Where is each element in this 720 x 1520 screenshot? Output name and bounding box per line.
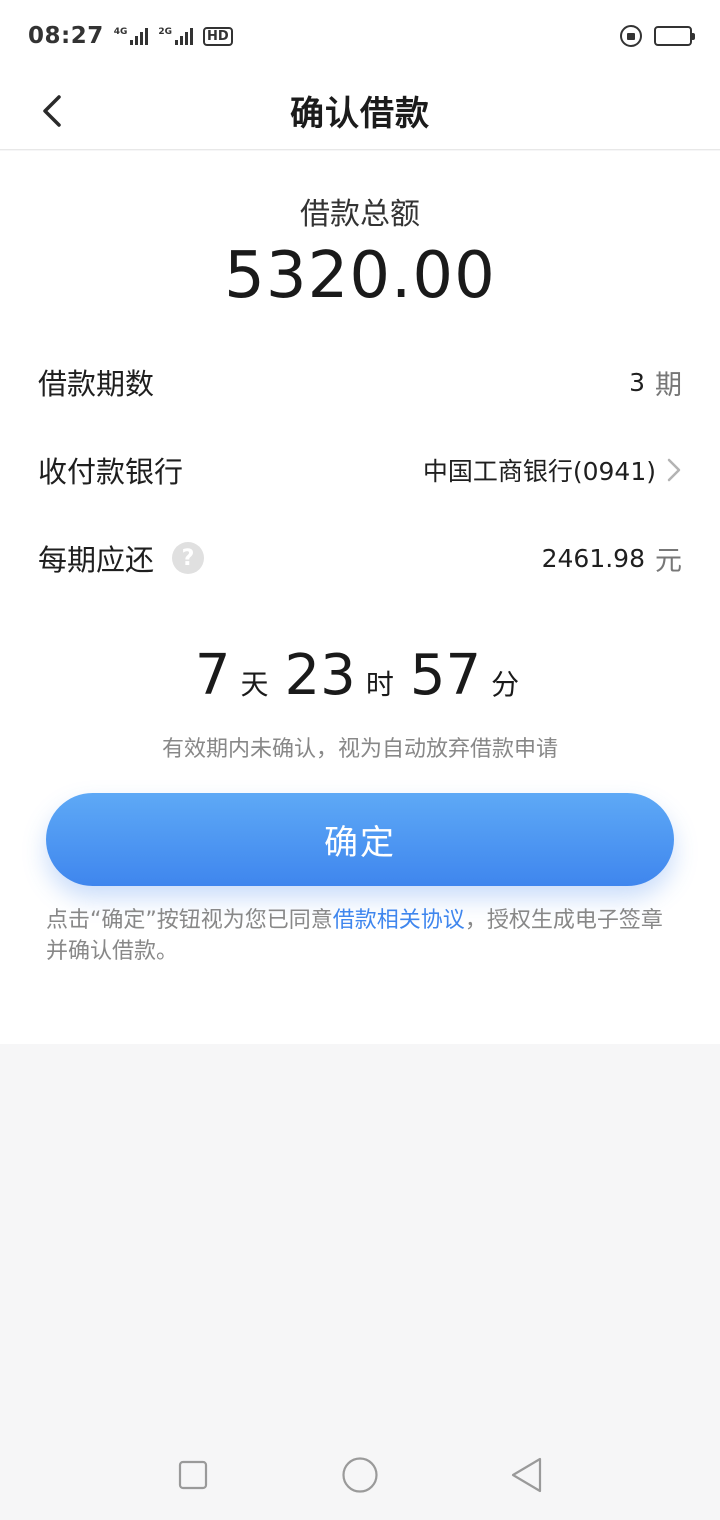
countdown-days: 7 — [194, 643, 231, 708]
per-period-label-group: 每期应还 ? — [38, 537, 205, 579]
rotation-lock-icon — [620, 25, 642, 47]
status-time: 08:27 — [28, 23, 104, 49]
loan-term-value-group: 3 期 — [629, 363, 682, 402]
per-period-value-group: 2461.98 元 — [542, 539, 682, 578]
nav-back-button[interactable] — [497, 1445, 557, 1505]
bank-row[interactable]: 收付款银行 中国工商银行(0941) — [38, 440, 682, 500]
confirm-button[interactable]: 确定 — [46, 793, 674, 886]
agreement-prefix: 点击“确定”按钮视为您已同意 — [46, 908, 333, 933]
loan-term-value: 3 — [629, 367, 645, 397]
agreement-text: 点击“确定”按钮视为您已同意借款相关协议，授权生成电子签章并确认借款。 — [46, 905, 676, 967]
countdown-minutes: 57 — [409, 643, 482, 708]
status-right — [620, 25, 695, 47]
loan-total-amount: 5320.00 — [224, 239, 496, 313]
loan-term-label: 借款期数 — [38, 367, 155, 401]
countdown-days-unit: 天 — [240, 668, 269, 701]
per-period-value: 2461.98 — [541, 543, 645, 573]
countdown-hours-unit: 时 — [365, 668, 394, 701]
nav-recents-button[interactable] — [163, 1445, 223, 1505]
sim1-signal-icon: 4G — [114, 27, 149, 45]
page-title: 确认借款 — [290, 94, 430, 134]
loan-confirmation-card: 借款总额 5320.00 借款期数 3 期 收付款银行 中国工商银行(0941)… — [0, 151, 720, 1044]
loan-term-row: 借款期数 3 期 — [38, 352, 682, 412]
countdown-note: 有效期内未确认，视为自动放弃借款申请 — [161, 737, 558, 762]
bank-label: 收付款银行 — [38, 455, 184, 489]
per-period-unit: 元 — [655, 545, 682, 577]
question-circle-icon[interactable]: ? — [172, 542, 205, 574]
per-period-label: 每期应还 — [38, 543, 155, 577]
bank-value: 中国工商银行(0941) — [422, 457, 656, 486]
loan-agreement-link[interactable]: 借款相关协议 — [333, 908, 465, 933]
status-left: 08:27 4G 2G HD — [28, 23, 233, 49]
countdown-minutes-unit: 分 — [491, 668, 520, 701]
back-button[interactable] — [28, 84, 76, 138]
circle-icon — [342, 1457, 378, 1493]
sim2-network-label: 2G — [158, 27, 173, 37]
countdown-hours: 23 — [284, 643, 356, 708]
battery-icon — [654, 26, 695, 46]
system-nav-bar — [0, 1430, 720, 1520]
chevron-left-icon — [43, 95, 61, 127]
chevron-right-icon — [667, 458, 681, 482]
status-bar: 08:27 4G 2G HD — [0, 0, 720, 72]
sim1-network-label: 4G — [113, 27, 128, 37]
hd-voice-icon: HD — [203, 26, 233, 46]
nav-home-button[interactable] — [330, 1445, 390, 1505]
navigation-header: 确认借款 — [0, 72, 720, 150]
bank-value-group: 中国工商银行(0941) — [423, 452, 682, 488]
square-icon — [179, 1460, 208, 1490]
screen: 08:27 4G 2G HD 确认借款 借款总额 5320.00 借款期数 3 … — [0, 0, 720, 1520]
loan-total-label: 借款总额 — [300, 197, 420, 232]
sim2-signal-icon: 2G — [158, 27, 194, 45]
loan-term-unit: 期 — [655, 369, 682, 401]
triangle-back-icon — [511, 1457, 541, 1493]
countdown-timer: 7 天 23 时 57 分 — [0, 643, 720, 708]
per-period-row: 每期应还 ? 2461.98 元 — [38, 528, 682, 588]
